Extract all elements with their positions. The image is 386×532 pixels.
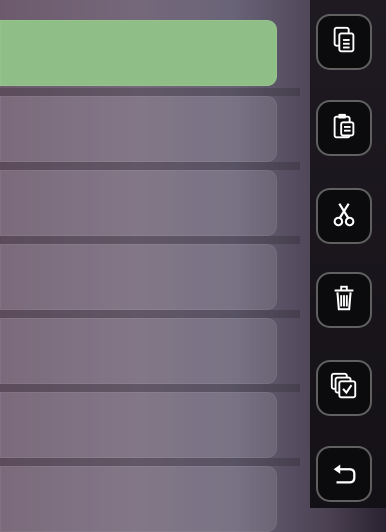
divider (0, 310, 300, 318)
delete-button[interactable] (316, 272, 372, 328)
trash-icon (329, 283, 359, 317)
cut-icon (329, 199, 359, 233)
divider (0, 236, 300, 244)
divider (0, 162, 300, 170)
list-item[interactable] (0, 244, 277, 310)
list-item[interactable] (0, 20, 277, 86)
divider (0, 88, 300, 96)
list-item[interactable] (0, 96, 277, 162)
copy-button[interactable] (316, 14, 372, 70)
action-rail (310, 0, 386, 508)
file-list (0, 0, 300, 532)
divider (0, 384, 300, 392)
paste-button[interactable] (316, 100, 372, 156)
list-item[interactable] (0, 318, 277, 384)
select-all-button[interactable] (316, 360, 372, 416)
list-item[interactable] (0, 466, 277, 532)
paste-icon (329, 111, 359, 145)
divider (0, 458, 300, 466)
back-button[interactable] (316, 446, 372, 502)
list-item[interactable] (0, 392, 277, 458)
copy-icon (329, 25, 359, 59)
select-all-icon (329, 371, 359, 405)
cut-button[interactable] (316, 188, 372, 244)
back-icon (329, 457, 359, 491)
list-item[interactable] (0, 170, 277, 236)
